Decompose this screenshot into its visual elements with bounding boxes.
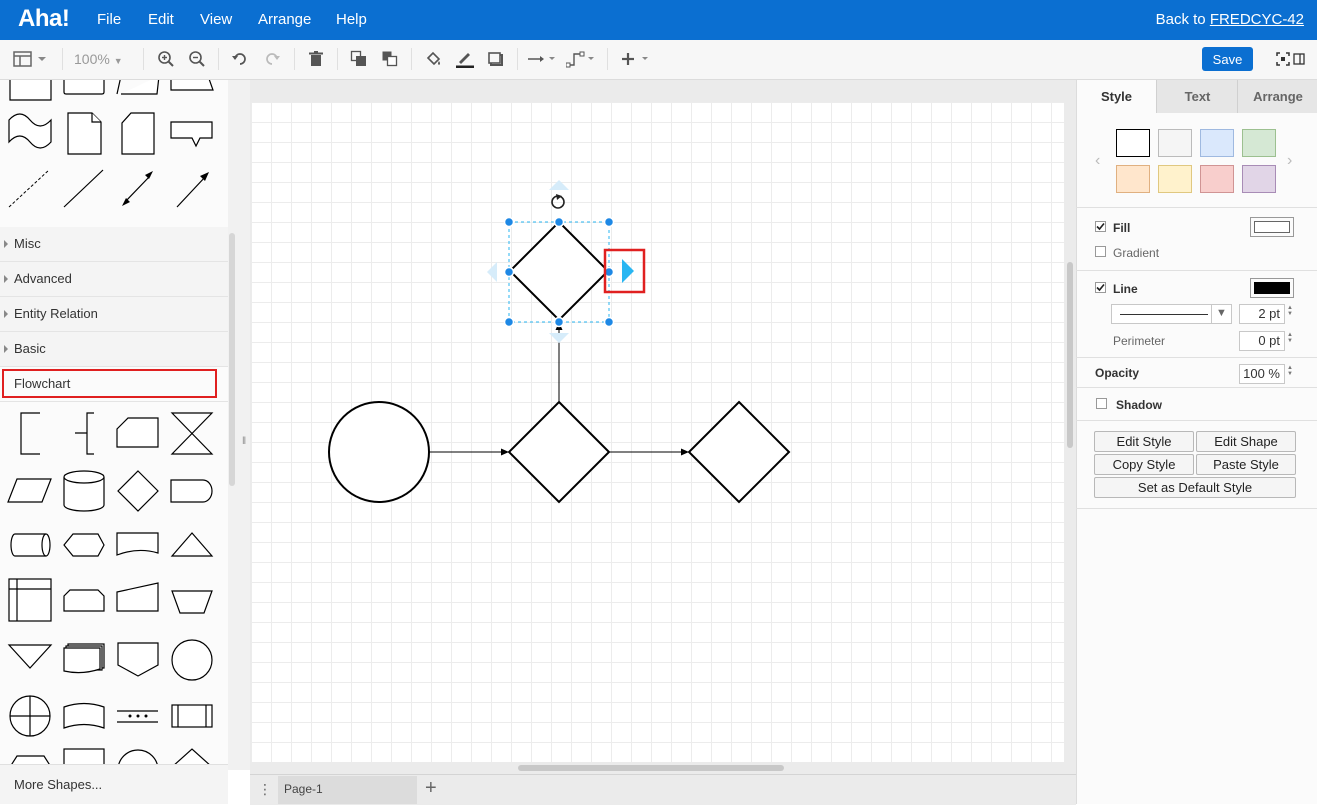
toolbar: 100% ▼ [0,40,1317,80]
back-to-prefix: Back to [1155,11,1210,28]
tab-arrange[interactable]: Arrange [1237,80,1317,113]
page-tab-label: Page-1 [284,782,323,796]
category-advanced-label: Advanced [14,271,72,286]
zoom-in-icon[interactable] [156,48,176,70]
shape-panel-scrollbar[interactable] [229,233,235,486]
swatch-2[interactable] [1200,129,1234,157]
perimeter-label: Perimeter [1113,334,1166,348]
back-to-record-link[interactable]: FREDCYC-42 [1210,11,1304,28]
tab-text[interactable]: Text [1156,80,1238,113]
more-shapes-link[interactable]: More Shapes... [14,777,102,792]
copy-style-button[interactable]: Copy Style [1094,454,1194,475]
fill-color-swatch [1254,221,1290,233]
fill-color-picker[interactable] [1250,217,1294,237]
flowchart-category-highlight [2,369,217,398]
chevron-down-icon: ▼ [1216,307,1227,319]
set-default-style-button[interactable]: Set as Default Style [1094,477,1296,498]
category-entity-relation-label: Entity Relation [14,306,98,321]
category-basic[interactable]: Basic [0,332,228,367]
aha-logo[interactable]: Aha! [18,5,70,33]
opacity-field[interactable]: 100 % [1239,364,1285,384]
category-misc-label: Misc [14,236,41,251]
page-menu-icon[interactable]: ⋮ [258,781,272,798]
category-entity-relation[interactable]: Entity Relation [0,297,228,332]
fill-checkbox[interactable] [1095,221,1106,232]
swatch-4[interactable] [1116,165,1150,193]
category-advanced[interactable]: Advanced [0,262,228,297]
fill-label: Fill [1113,221,1131,235]
swatch-7[interactable] [1242,165,1276,193]
splitter-grip-icon[interactable]: ‖ [242,436,246,447]
swatch-prev-icon[interactable]: ‹ [1095,152,1100,170]
swatch-1[interactable] [1158,129,1192,157]
line-color-picker[interactable] [1250,278,1294,298]
delete-icon[interactable] [306,48,326,70]
category-misc[interactable]: Misc [0,227,228,262]
menu-arrange[interactable]: Arrange [258,11,311,28]
perimeter-field[interactable]: 0 pt [1239,331,1285,351]
opacity-label: Opacity [1095,366,1140,380]
gradient-checkbox[interactable] [1095,246,1106,257]
edit-style-button[interactable]: Edit Style [1094,431,1194,452]
to-front-icon[interactable] [349,48,369,70]
add-page-icon[interactable]: + [425,777,437,800]
edit-shape-button[interactable]: Edit Shape [1196,431,1296,452]
zoom-out-icon[interactable] [187,48,207,70]
save-button[interactable]: Save [1202,47,1253,71]
general-shapes-grid[interactable] [0,80,228,226]
line-width-field[interactable]: 2 pt [1239,304,1285,324]
zoom-level-dropdown[interactable]: 100% ▼ [74,51,123,67]
top-menu-bar: Aha! File Edit View Arrange Help Back to… [0,0,1317,40]
paste-style-button[interactable]: Paste Style [1196,454,1296,475]
canvas-horizontal-scrollbar[interactable] [518,765,784,771]
waypoints-icon[interactable] [566,48,598,70]
line-checkbox[interactable] [1095,282,1106,293]
diagram-canvas[interactable] [251,102,1064,762]
menu-help[interactable]: Help [336,11,367,28]
tab-style[interactable]: Style [1077,80,1156,113]
line-pattern-select[interactable]: ▼ [1111,304,1232,324]
menu-view[interactable]: View [200,11,232,28]
connection-style-icon[interactable] [527,48,559,70]
canvas-vertical-scrollbar[interactable] [1067,262,1073,448]
line-label: Line [1113,282,1138,296]
flowchart-shapes-grid[interactable] [0,405,228,765]
shape-library-panel: Misc Advanced Entity Relation Basic Flow… [0,80,228,804]
shadow-icon[interactable] [486,48,506,70]
undo-icon[interactable] [230,48,250,70]
opacity-stepper[interactable]: ▲ ▼ [1287,365,1296,385]
to-back-icon[interactable] [380,48,400,70]
line-color-icon[interactable] [455,48,475,70]
insert-plus-icon[interactable] [619,48,653,70]
category-basic-label: Basic [14,341,46,356]
collapse-panel-icon[interactable] [1293,48,1305,70]
swatch-next-icon[interactable]: › [1287,152,1292,170]
menu-edit[interactable]: Edit [148,11,174,28]
swatch-5[interactable] [1158,165,1192,193]
zoom-level-value: 100% [74,51,110,67]
gradient-label: Gradient [1113,246,1160,260]
swatch-6[interactable] [1200,165,1234,193]
perimeter-stepper[interactable]: ▲ ▼ [1287,332,1296,352]
swatch-3[interactable] [1242,129,1276,157]
menu-file[interactable]: File [97,11,121,28]
format-panel-toggle-icon[interactable] [12,48,48,70]
fill-color-icon[interactable] [424,48,444,70]
line-color-swatch [1254,282,1290,294]
shadow-checkbox[interactable] [1096,398,1107,409]
redo-icon[interactable] [262,48,282,70]
fullscreen-icon[interactable] [1276,48,1290,70]
back-to-link[interactable]: Back to FREDCYC-42 [1156,11,1304,28]
line-width-stepper[interactable]: ▲ ▼ [1287,305,1296,325]
swatch-0[interactable] [1116,129,1150,157]
page-tab[interactable]: Page-1 [278,776,417,804]
shadow-label: Shadow [1116,398,1163,412]
